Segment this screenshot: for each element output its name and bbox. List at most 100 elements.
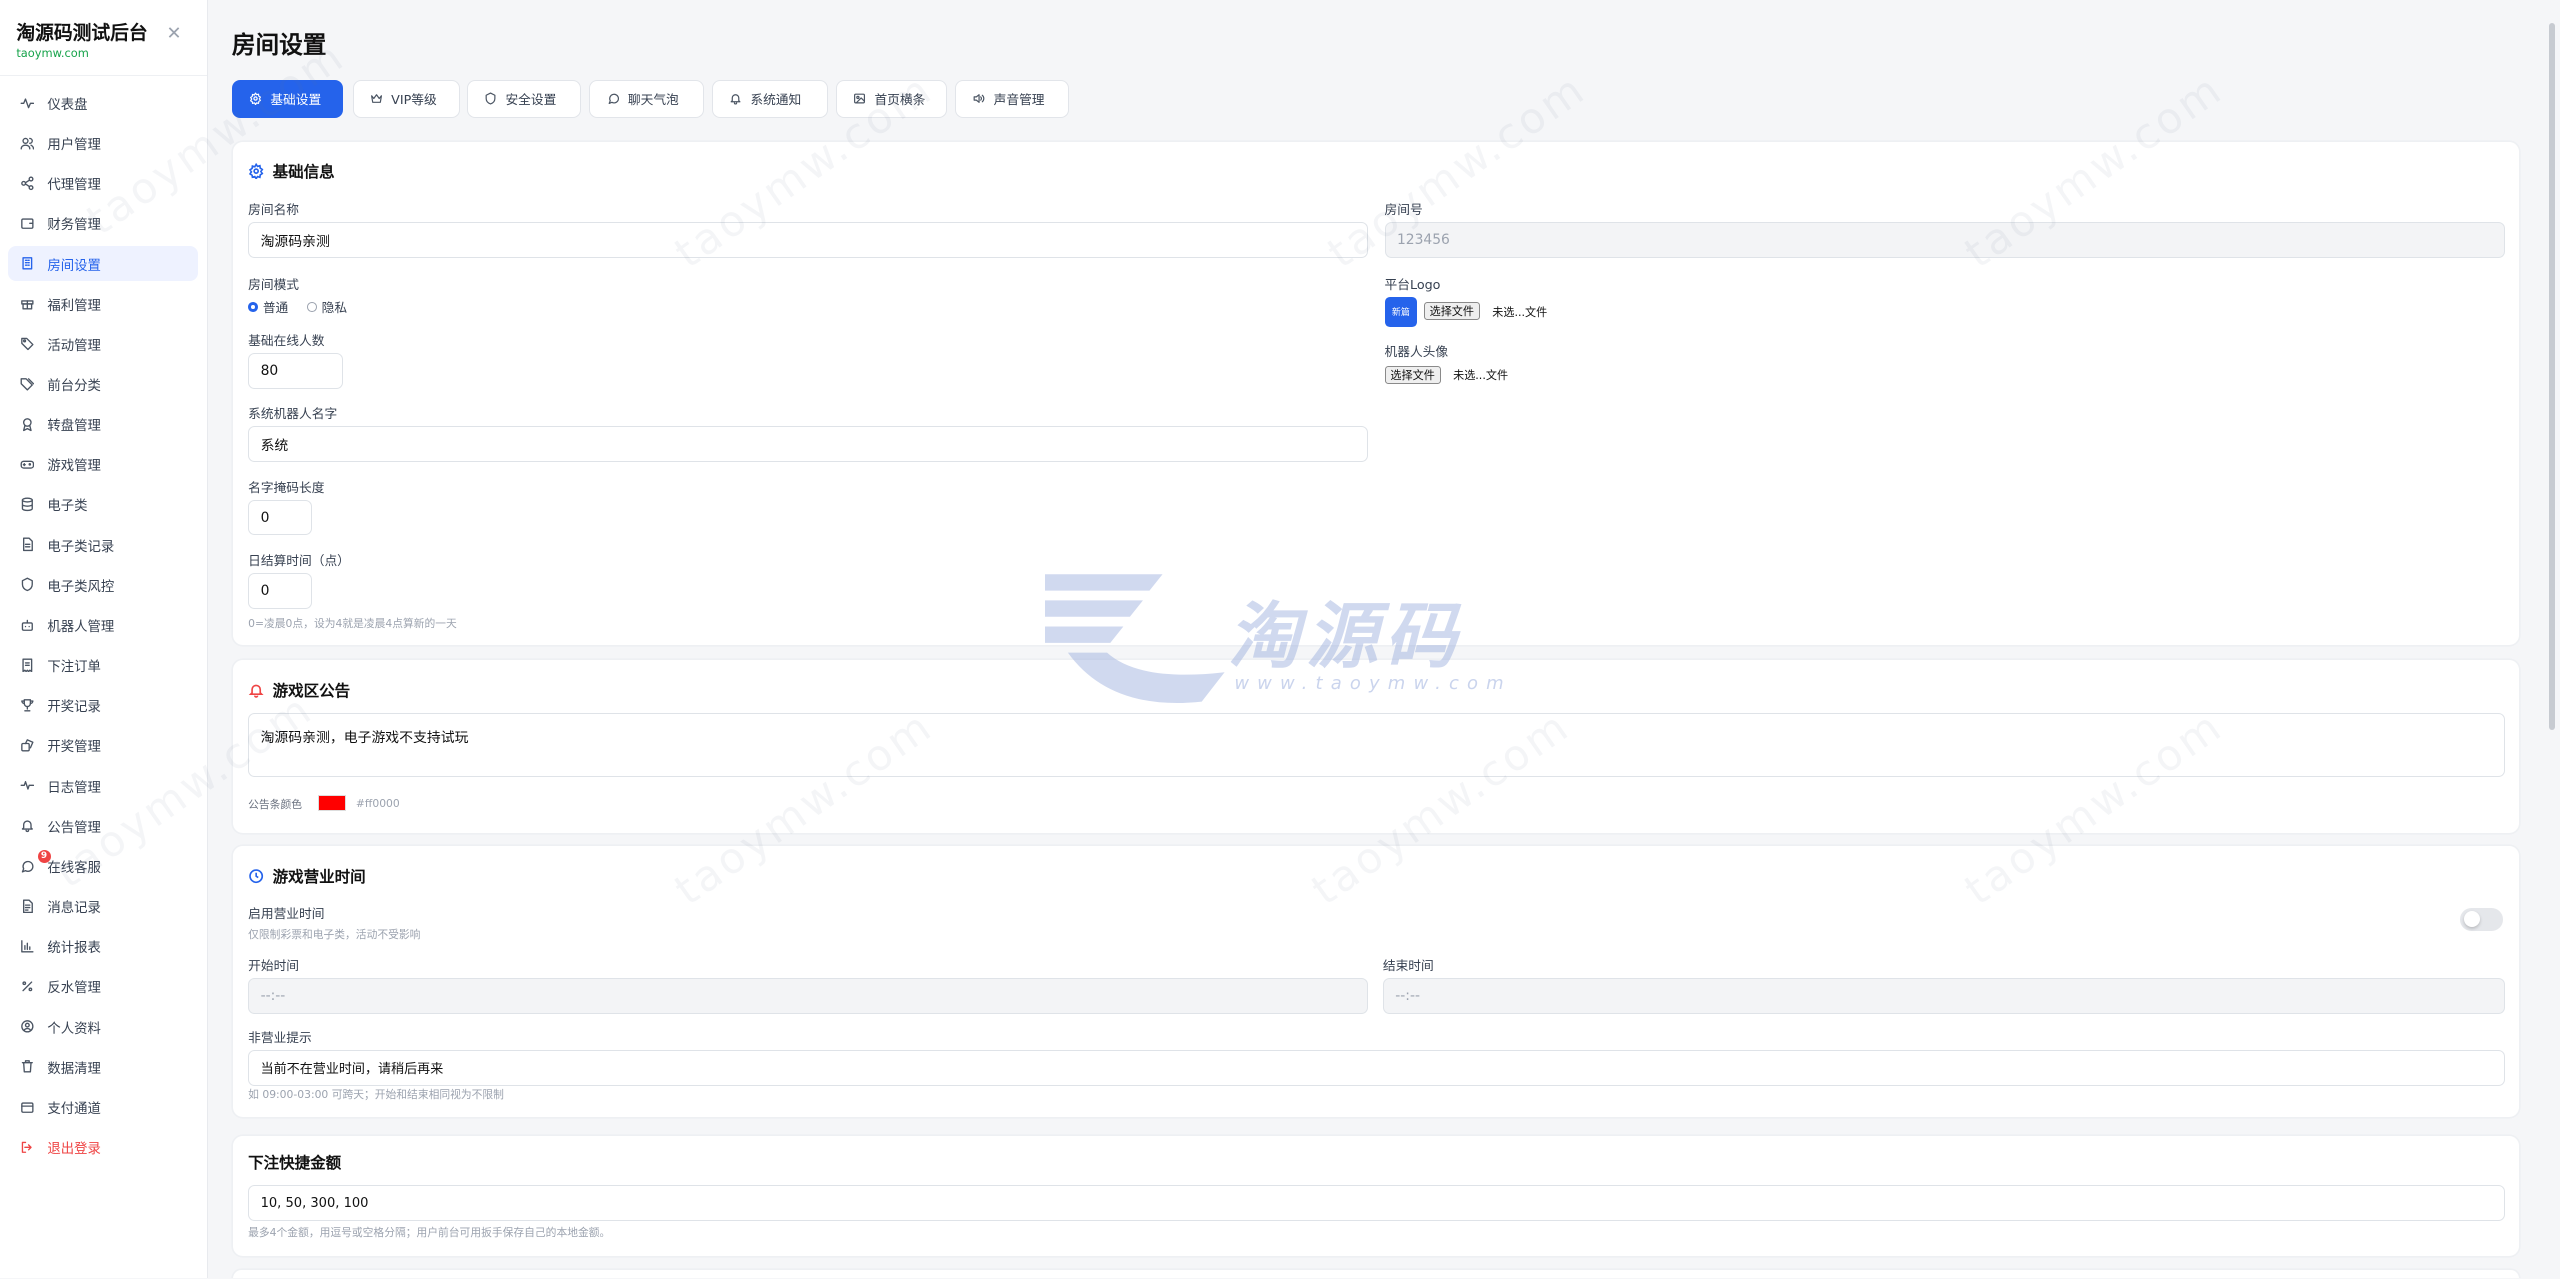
mode-radio-normal[interactable]: 普通 xyxy=(248,297,288,316)
sidebar-item-2[interactable]: 代理管理 xyxy=(8,165,197,201)
sidebar-item-21[interactable]: 统计报表 xyxy=(8,928,197,964)
pulse-icon xyxy=(20,778,35,793)
notice-textarea[interactable]: 淘源码亲测，电子游戏不支持试玩 xyxy=(248,713,2505,778)
sidebar-item-label: 前台分类 xyxy=(47,379,101,394)
crown-icon xyxy=(370,92,383,105)
sidebar-item-1[interactable]: 用户管理 xyxy=(8,125,197,161)
end-time-input[interactable]: --:-- xyxy=(1382,977,2505,1014)
tab-label: 声音管理 xyxy=(993,93,1045,109)
quick-bet-input[interactable]: 10, 50, 300, 100 xyxy=(248,1185,2505,1222)
share-icon xyxy=(20,176,35,191)
room-no-input: 123456 xyxy=(1384,222,2505,258)
quick-bet-card: 下注快捷金额 10, 50, 300, 100 最多4个金额，用逗号或空格分隔；… xyxy=(233,1136,2520,1256)
trash-icon xyxy=(20,1059,35,1074)
receipt-icon xyxy=(20,658,35,673)
sidebar-item-17[interactable]: 日志管理 xyxy=(8,768,197,804)
sidebar-item-label: 代理管理 xyxy=(47,178,101,194)
sidebar-item-11[interactable]: 电子类记录 xyxy=(8,527,197,563)
sidebar-item-8[interactable]: 转盘管理 xyxy=(8,406,197,442)
business-hours-card: 游戏营业时间 启用营业时间 仅限制彩票和电子类，活动不受影响 开始时间 --:-… xyxy=(233,845,2520,1117)
close-icon[interactable]: ✕ xyxy=(167,23,182,44)
room-name-label: 房间名称 xyxy=(248,203,300,219)
settle-time-label: 日结算时间（点） xyxy=(248,554,350,570)
sidebar-item-22[interactable]: 反水管理 xyxy=(8,969,197,1005)
sidebar-item-0[interactable]: 仪表盘 xyxy=(8,85,197,121)
sidebar-item-label: 统计报表 xyxy=(47,941,101,957)
logo-choose-file-button[interactable]: 选择文件 xyxy=(1423,302,1480,320)
sidebar-item-label: 在线客服 xyxy=(47,860,101,876)
start-time-input[interactable]: --:-- xyxy=(248,977,1369,1014)
tab-0[interactable]: 基础设置 xyxy=(231,80,343,118)
sidebar-item-label: 电子类风控 xyxy=(47,579,115,595)
tags-icon xyxy=(20,377,35,392)
sidebar-item-26[interactable]: 退出登录 xyxy=(8,1129,197,1165)
mode-private-label: 隐私 xyxy=(321,301,348,317)
online-count-input[interactable]: 80 xyxy=(248,352,343,389)
radio-dot xyxy=(248,301,258,312)
quick-bet-hint: 最多4个金额，用逗号或空格分隔；用户前台可用扳手保存自己的本地金额。 xyxy=(248,1225,611,1239)
sidebar-item-6[interactable]: 活动管理 xyxy=(8,326,197,362)
sidebar-item-12[interactable]: 电子类风控 xyxy=(8,567,197,603)
notice-color-value: #ff0000 xyxy=(355,796,400,810)
sidebar-item-16[interactable]: 开奖管理 xyxy=(8,728,197,764)
settle-time-input[interactable]: 0 xyxy=(248,573,312,609)
end-time-label: 结束时间 xyxy=(1382,959,1434,975)
tab-1[interactable]: VIP等级 xyxy=(352,80,461,118)
sidebar-item-3[interactable]: 财务管理 xyxy=(8,205,197,241)
sidebar-item-5[interactable]: 福利管理 xyxy=(8,286,197,322)
radio-dot xyxy=(306,301,317,312)
sidebar-item-9[interactable]: 游戏管理 xyxy=(8,446,197,482)
sidebar-item-label: 下注订单 xyxy=(47,660,101,676)
sidebar-item-label: 数据清理 xyxy=(47,1061,101,1077)
mode-radio-private[interactable]: 隐私 xyxy=(306,297,348,317)
brand-watermark-text: 淘源码 xyxy=(1227,593,1463,678)
tab-5[interactable]: 首页横条 xyxy=(835,80,947,118)
notice-color-picker[interactable] xyxy=(318,795,347,812)
robot-name-input[interactable]: 系统 xyxy=(248,426,1369,463)
sidebar-item-19[interactable]: 在线客服 9 xyxy=(8,848,197,884)
logout-icon xyxy=(20,1140,35,1155)
next-card xyxy=(233,1270,2520,1279)
users-icon xyxy=(20,136,35,151)
mask-length-input[interactable]: 0 xyxy=(248,499,312,536)
file-icon xyxy=(20,537,35,552)
notice-title: 游戏区公告 xyxy=(248,679,350,701)
tab-4[interactable]: 系统通知 xyxy=(711,80,828,118)
page-scrollbar[interactable] xyxy=(2548,22,2556,730)
sidebar-item-label: 开奖管理 xyxy=(47,740,101,756)
tab-6[interactable]: 声音管理 xyxy=(955,80,1070,118)
sidebar-item-7[interactable]: 前台分类 xyxy=(8,366,197,402)
sidebar-item-18[interactable]: 公告管理 xyxy=(8,808,197,844)
sidebar-item-label: 个人资料 xyxy=(47,1021,101,1037)
basic-info-title: 基础信息 xyxy=(248,160,335,182)
start-time-label: 开始时间 xyxy=(248,959,300,975)
sidebar-item-15[interactable]: 开奖记录 xyxy=(8,687,197,723)
closed-message-input[interactable]: 当前不在营业时间，请稍后再来 xyxy=(248,1049,2505,1086)
sidebar-item-14[interactable]: 下注订单 xyxy=(8,647,197,683)
mode-label: 房间模式 xyxy=(248,278,300,294)
gift-icon xyxy=(20,296,35,311)
sidebar-item-10[interactable]: 电子类 xyxy=(8,487,197,523)
enable-hours-toggle[interactable] xyxy=(2460,907,2503,931)
business-hours-title-text: 游戏营业时间 xyxy=(272,868,366,887)
notice-title-text: 游戏区公告 xyxy=(272,682,351,701)
message-file-icon xyxy=(20,899,35,914)
tab-2[interactable]: 安全设置 xyxy=(466,80,582,118)
gear-icon xyxy=(249,92,262,106)
bell-icon xyxy=(729,92,742,105)
wallet-icon xyxy=(20,216,35,231)
brand-title: 淘源码测试后台 xyxy=(16,22,148,44)
sidebar-item-label: 机器人管理 xyxy=(47,619,115,635)
sidebar-item-20[interactable]: 消息记录 xyxy=(8,888,197,924)
sidebar-item-4[interactable]: 房间设置 xyxy=(8,245,198,282)
robot-name-label: 系统机器人名字 xyxy=(248,407,338,423)
avatar-choose-file-button[interactable]: 选择文件 xyxy=(1384,365,1441,384)
room-name-input[interactable]: 淘源码亲测 xyxy=(248,222,1369,258)
sidebar-item-24[interactable]: 数据清理 xyxy=(8,1049,197,1085)
page-title: 房间设置 xyxy=(231,31,327,60)
sidebar-item-23[interactable]: 个人资料 xyxy=(8,1009,197,1045)
sidebar-item-label: 消息记录 xyxy=(47,901,101,917)
tab-3[interactable]: 聊天气泡 xyxy=(589,80,704,118)
sidebar-item-25[interactable]: 支付通道 xyxy=(8,1089,197,1125)
sidebar-item-13[interactable]: 机器人管理 xyxy=(8,607,197,643)
